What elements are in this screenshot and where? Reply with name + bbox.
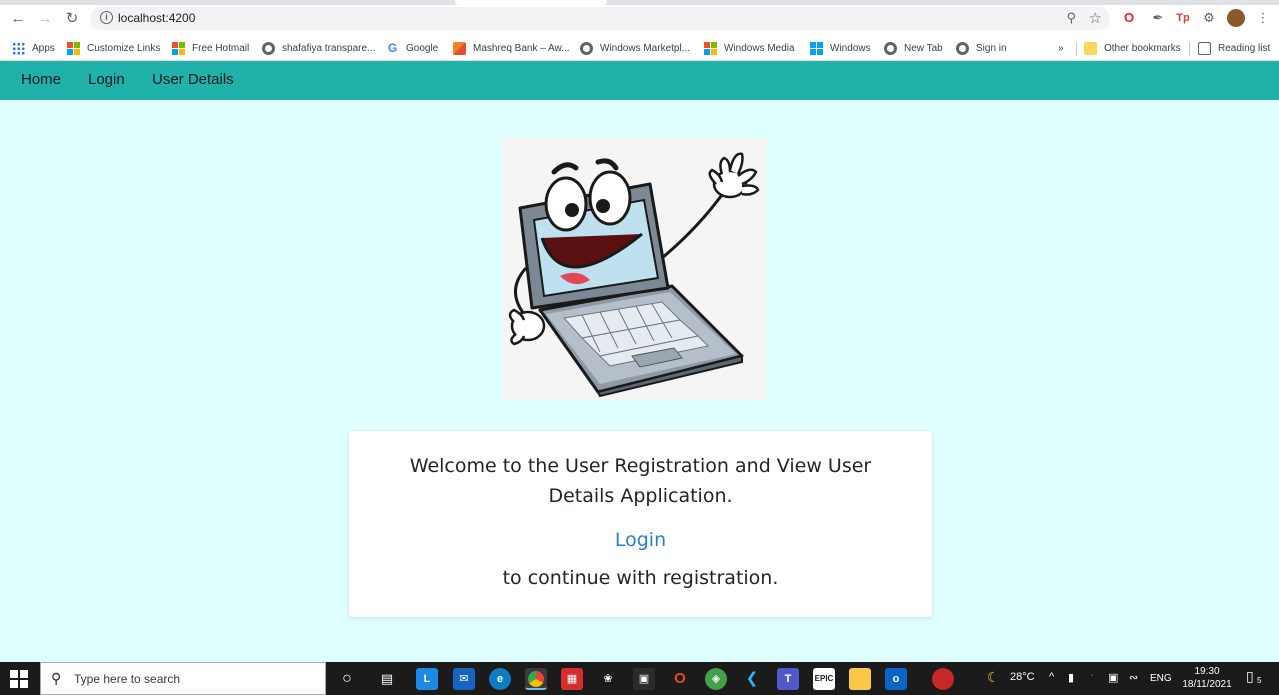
site-info-icon[interactable]: i	[100, 11, 113, 24]
bookmarks-overflow-button[interactable]: »	[1058, 39, 1064, 57]
bookmark-sign-in[interactable]: Sign in	[956, 39, 1007, 57]
search-icon: ⚲	[51, 670, 62, 686]
green-app-icon[interactable]: ◈	[705, 668, 727, 690]
red-app-icon[interactable]: ▦	[561, 668, 583, 690]
display-icon[interactable]: ▣	[1108, 671, 1118, 684]
back-arrow-icon[interactable]: ←	[8, 9, 28, 29]
bookmark-customize-links[interactable]: Customize Links	[67, 39, 160, 57]
microsoft-icon	[67, 41, 80, 55]
google-icon: G	[387, 40, 398, 55]
address-url[interactable]: localhost:4200	[118, 11, 195, 25]
folder-icon	[1084, 41, 1097, 55]
notifications-icon[interactable]: ▯	[1246, 668, 1254, 685]
welcome-card: Welcome to the User Registration and Vie…	[349, 431, 932, 617]
zoom-icon[interactable]: ⚲	[1066, 10, 1076, 26]
bookmark-free-hotmail[interactable]: Free Hotmail	[172, 39, 249, 57]
bookmark-apps[interactable]: Apps	[12, 39, 55, 57]
extensions-puzzle-icon[interactable]: ⚙	[1200, 9, 1218, 27]
file-explorer-icon[interactable]	[849, 668, 871, 690]
clock-time: 19:30	[1194, 666, 1220, 677]
tp-extension-icon[interactable]: Tp	[1174, 9, 1192, 27]
menu-kebab-icon[interactable]: ⋮	[1254, 9, 1272, 27]
vscode-icon[interactable]: ❮	[741, 668, 763, 690]
bookmark-new-tab[interactable]: New Tab	[884, 39, 943, 57]
edge-icon[interactable]: e	[489, 668, 511, 690]
bookmark-windows-marketplace[interactable]: Windows Marketpl...	[580, 39, 690, 57]
bookmark-windows[interactable]: Windows	[810, 39, 871, 57]
store-icon[interactable]: ▣	[633, 668, 655, 690]
laptop-mascot-drawing	[508, 152, 760, 398]
teams-icon[interactable]: T	[777, 668, 799, 690]
welcome-text: Welcome to the User Registration and Vie…	[409, 455, 872, 507]
other-bookmarks[interactable]: Other bookmarks	[1084, 39, 1181, 57]
windows-icon	[810, 41, 823, 55]
continue-text: to continue with registration.	[502, 567, 779, 589]
globe-icon	[956, 41, 969, 55]
forward-arrow-icon[interactable]: →	[35, 9, 55, 29]
browser-toolbar: ← → ↻ i localhost:4200 ⚲ ☆ O ✒ Tp ⚙ ⋮	[0, 0, 1279, 35]
bluetooth-icon[interactable]: ᛫	[1089, 671, 1096, 683]
bookmark-google[interactable]: G Google	[386, 39, 438, 57]
office-icon[interactable]: O	[669, 668, 691, 690]
nav-user-details-link[interactable]: User Details	[152, 71, 234, 88]
bookmark-shafafiya[interactable]: shafafiya transpare...	[262, 39, 375, 57]
mashreq-icon	[453, 41, 466, 55]
taskbar-search[interactable]: ⚲ Type here to search	[40, 662, 326, 695]
wifi-icon[interactable]: ∾	[1129, 671, 1138, 684]
tab-strip	[0, 0, 1279, 5]
l-app-icon[interactable]: L	[416, 668, 438, 690]
nav-home-link[interactable]: Home	[21, 71, 61, 88]
bookmark-windows-media[interactable]: Windows Media	[704, 39, 795, 57]
globe-icon	[580, 41, 593, 55]
globe-icon	[884, 41, 897, 55]
reading-list[interactable]: Reading list	[1198, 39, 1270, 57]
globe-icon	[262, 41, 275, 55]
pen-extension-icon[interactable]: ✒	[1149, 9, 1167, 27]
task-view-icon[interactable]: ▤	[376, 668, 398, 690]
login-link[interactable]: Login	[349, 529, 932, 551]
notification-count: 5	[1257, 676, 1262, 685]
windows-start-icon[interactable]	[10, 670, 28, 688]
paint-icon[interactable]: ❀	[597, 668, 619, 690]
outlook-icon[interactable]: o	[885, 668, 907, 690]
temperature[interactable]: 28°C	[1010, 671, 1035, 683]
active-tab[interactable]	[455, 0, 607, 5]
reload-icon[interactable]: ↻	[62, 9, 82, 29]
nav-login-link[interactable]: Login	[88, 71, 125, 88]
epic-games-icon[interactable]: EPIC	[813, 668, 835, 690]
windows-taskbar: ⚲ Type here to search ○ ▤ L ✉ e ▦ ❀ ▣ O …	[0, 662, 1279, 695]
bookmarks-divider	[1189, 42, 1190, 56]
weather-moon-icon[interactable]: ☾	[987, 669, 1000, 686]
profile-avatar[interactable]	[1227, 9, 1245, 27]
microsoft-icon	[704, 41, 717, 55]
mail-icon[interactable]: ✉	[453, 668, 475, 690]
apps-grid-icon	[12, 41, 25, 55]
address-bar[interactable]: i localhost:4200 ⚲ ☆	[90, 7, 1110, 30]
bookmarks-divider	[1076, 42, 1077, 56]
laptop-mascot-illustration	[502, 138, 766, 400]
app-navbar: Home Login User Details	[0, 61, 1279, 100]
bookmarks-bar: Apps Customize Links Free Hotmail shafaf…	[0, 35, 1279, 61]
cortana-icon[interactable]: ○	[336, 668, 358, 690]
reading-list-icon	[1198, 41, 1211, 55]
clock[interactable]: 19:30 18/11/2021	[1179, 665, 1235, 691]
opera-icon[interactable]: O	[1120, 9, 1138, 27]
microsoft-icon	[172, 41, 185, 55]
bookmark-star-icon[interactable]: ☆	[1089, 9, 1102, 27]
clock-date: 18/11/2021	[1182, 679, 1232, 690]
red-circle-app-icon[interactable]	[932, 668, 954, 690]
battery-icon[interactable]: ▮	[1068, 671, 1074, 684]
bookmark-mashreq[interactable]: Mashreq Bank – Aw...	[453, 39, 570, 57]
taskbar-search-placeholder: Type here to search	[74, 672, 181, 686]
chrome-icon[interactable]	[525, 668, 547, 690]
language-indicator[interactable]: ENG	[1150, 673, 1172, 684]
show-hidden-icons-icon[interactable]: ^	[1049, 671, 1054, 683]
